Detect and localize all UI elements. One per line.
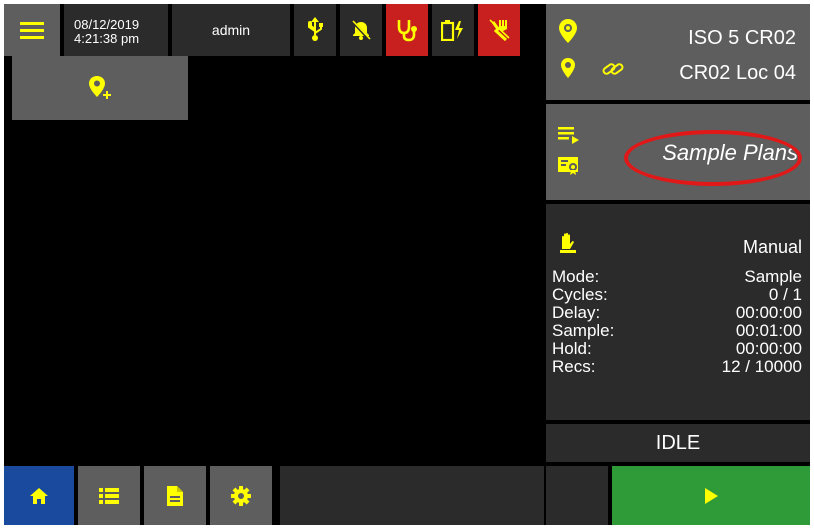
date-time: 08/12/2019 4:21:38 pm — [64, 4, 168, 56]
location-pin-icon — [558, 18, 578, 44]
info-row-mode: Mode: Sample — [552, 268, 802, 286]
hamburger-menu-icon — [20, 20, 44, 40]
battery-charging-icon — [441, 19, 465, 41]
gear-icon — [231, 485, 251, 506]
usb-icon — [306, 17, 324, 43]
location-panel[interactable]: ISO 5 CR02 CR02 Loc 04 — [546, 4, 810, 100]
location-sub-pin-icon — [560, 58, 576, 78]
info-label: Mode: — [552, 267, 600, 286]
instrument-screen: 08/12/2019 4:21:38 pm admin ISO 5 CR02 C… — [4, 4, 810, 525]
stethoscope-icon — [395, 18, 419, 42]
info-row-delay: Delay: 00:00:00 — [552, 304, 802, 322]
alarm-off-icon — [350, 19, 372, 41]
info-row-recs: Recs: 12 / 10000 — [552, 358, 802, 376]
info-value: 00:00:00 — [735, 303, 802, 322]
info-label: Sample: — [552, 321, 615, 340]
home-icon — [29, 487, 49, 505]
bottom-bar-spacer-right — [546, 466, 608, 525]
user-name[interactable]: admin — [172, 4, 290, 56]
probe-status[interactable] — [386, 4, 428, 56]
document-button[interactable] — [144, 466, 206, 525]
battery-status[interactable] — [432, 4, 474, 56]
pump-fault-icon — [488, 18, 510, 42]
location-area: ISO 5 CR02 — [688, 27, 796, 49]
bottom-bar-spacer — [280, 466, 544, 525]
info-row-sample: Sample: 00:01:00 — [552, 322, 802, 340]
location-name: CR02 Loc 04 — [679, 62, 796, 84]
info-row-hold: Hold: 00:00:00 — [552, 340, 802, 358]
link-icon — [602, 60, 624, 78]
add-location-icon — [88, 75, 112, 101]
pump-status[interactable] — [478, 4, 520, 56]
run-info-panel: Manual Mode: Sample Cycles: 0 / 1 Delay:… — [546, 204, 810, 420]
usb-status[interactable] — [294, 4, 336, 56]
info-label: Cycles: — [552, 285, 608, 304]
info-label: Recs: — [552, 357, 596, 376]
info-value: 00:00:00 — [735, 339, 802, 358]
alarm-status[interactable] — [340, 4, 382, 56]
info-row-cycles: Cycles: 0 / 1 — [552, 286, 802, 304]
info-value: 00:01:00 — [735, 321, 802, 340]
list-icon — [99, 487, 119, 504]
home-button[interactable] — [4, 466, 74, 525]
add-location-button[interactable] — [12, 56, 188, 120]
playlist-icon — [558, 126, 580, 144]
settings-button[interactable] — [210, 466, 272, 525]
plan-badge-icon — [558, 156, 580, 176]
hand-icon — [558, 232, 578, 254]
status-display: IDLE — [546, 424, 810, 462]
info-label: Delay: — [552, 303, 601, 322]
info-value: Sample — [744, 267, 802, 286]
control-mode: Manual — [742, 237, 802, 257]
date-text: 08/12/2019 — [74, 17, 140, 32]
start-button[interactable] — [612, 466, 810, 525]
time-text: 4:21:38 pm — [74, 31, 140, 46]
info-label: Hold: — [552, 339, 592, 358]
menu-button[interactable] — [4, 4, 60, 56]
play-icon — [704, 487, 718, 504]
document-icon — [167, 485, 183, 506]
red-annotation-circle — [624, 130, 802, 186]
list-button[interactable] — [78, 466, 140, 525]
info-value: 12 / 10000 — [721, 357, 802, 376]
info-value: 0 / 1 — [768, 285, 802, 304]
